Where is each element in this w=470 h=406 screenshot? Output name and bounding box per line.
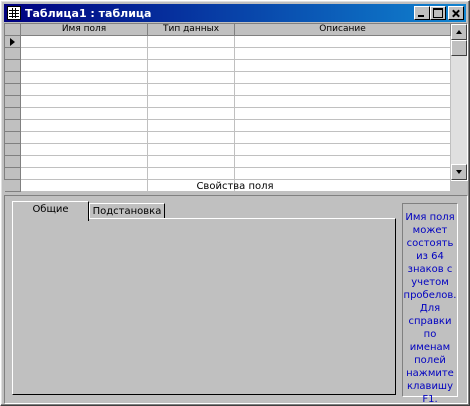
table-row[interactable] — [5, 156, 451, 168]
row-selector[interactable] — [5, 48, 21, 60]
cell-field-name[interactable] — [21, 60, 148, 72]
cell-field-name[interactable] — [21, 72, 148, 84]
table-row[interactable] — [5, 96, 451, 108]
tab-general[interactable]: Общие — [12, 201, 89, 221]
cell-field-name[interactable] — [21, 120, 148, 132]
help-text-box: Имя поля может состоять из 64 знаков с у… — [402, 203, 458, 405]
cell-field-name[interactable] — [21, 156, 148, 168]
cell-description[interactable] — [235, 48, 451, 60]
table-row[interactable] — [5, 60, 451, 72]
field-properties-pane: Общие Подстановка Имя поля может состоят… — [4, 195, 468, 405]
current-row-arrow-icon — [10, 38, 15, 46]
cell-field-name[interactable] — [21, 168, 148, 180]
cell-data-type[interactable] — [148, 132, 235, 144]
grid-header: Имя поля Тип данных Описание — [5, 24, 451, 36]
row-selector[interactable] — [5, 132, 21, 144]
cell-field-name[interactable] — [21, 36, 148, 48]
header-corner[interactable] — [5, 24, 21, 36]
row-selector[interactable] — [5, 96, 21, 108]
cell-data-type[interactable] — [148, 84, 235, 96]
column-header-description[interactable]: Описание — [235, 24, 451, 36]
row-selector[interactable] — [5, 108, 21, 120]
cell-data-type[interactable] — [148, 48, 235, 60]
field-properties-label: Свойства поля — [196, 181, 274, 192]
row-selector[interactable] — [5, 84, 21, 96]
cell-data-type[interactable] — [148, 168, 235, 180]
cell-data-type[interactable] — [148, 156, 235, 168]
cell-field-name[interactable] — [21, 144, 148, 156]
cell-field-name[interactable] — [21, 108, 148, 120]
cell-description[interactable] — [235, 156, 451, 168]
cell-data-type[interactable] — [148, 144, 235, 156]
window-controls — [414, 6, 464, 20]
cell-description[interactable] — [235, 168, 451, 180]
cell-data-type[interactable] — [148, 60, 235, 72]
row-selector[interactable] — [5, 120, 21, 132]
row-selector[interactable] — [5, 36, 21, 48]
cell-field-name[interactable] — [21, 96, 148, 108]
cell-description[interactable] — [235, 60, 451, 72]
cell-data-type[interactable] — [148, 120, 235, 132]
cell-field-name[interactable] — [21, 48, 148, 60]
cell-description[interactable] — [235, 72, 451, 84]
maximize-button[interactable] — [430, 6, 446, 20]
table-row[interactable] — [5, 144, 451, 156]
column-header-field-name[interactable]: Имя поля — [21, 24, 148, 36]
cell-description[interactable] — [235, 120, 451, 132]
row-selector[interactable] — [5, 144, 21, 156]
table-row[interactable] — [5, 36, 451, 48]
cell-data-type[interactable] — [148, 108, 235, 120]
table-row[interactable] — [5, 168, 451, 180]
close-button[interactable] — [448, 6, 464, 20]
cell-data-type[interactable] — [148, 96, 235, 108]
scroll-up-arrow-icon[interactable] — [451, 24, 467, 40]
cell-field-name[interactable] — [21, 132, 148, 144]
vertical-scrollbar[interactable] — [451, 24, 467, 180]
field-grid-body: Имя поля Тип данных Описание — [5, 24, 451, 192]
cell-description[interactable] — [235, 96, 451, 108]
table-row[interactable] — [5, 84, 451, 96]
cell-description[interactable] — [235, 132, 451, 144]
scroll-thumb[interactable] — [451, 40, 467, 56]
cell-description[interactable] — [235, 84, 451, 96]
cell-description[interactable] — [235, 108, 451, 120]
cell-description[interactable] — [235, 36, 451, 48]
row-selector[interactable] — [5, 156, 21, 168]
table-row[interactable] — [5, 48, 451, 60]
cell-data-type[interactable] — [148, 36, 235, 48]
row-selector[interactable] — [5, 72, 21, 84]
minimize-button[interactable] — [414, 6, 430, 20]
cell-data-type[interactable] — [148, 72, 235, 84]
table-row[interactable] — [5, 72, 451, 84]
table-row[interactable] — [5, 132, 451, 144]
column-header-data-type[interactable]: Тип данных — [148, 24, 235, 36]
field-grid: Имя поля Тип данных Описание — [4, 23, 468, 192]
table-row[interactable] — [5, 120, 451, 132]
row-selector[interactable] — [5, 60, 21, 72]
row-selector[interactable] — [5, 168, 21, 180]
table-icon[interactable] — [7, 6, 21, 20]
scroll-down-arrow-icon[interactable] — [451, 164, 467, 180]
title-bar[interactable]: Таблица1 : таблица — [4, 4, 466, 22]
window-title: Таблица1 : таблица — [25, 6, 152, 20]
cell-description[interactable] — [235, 144, 451, 156]
general-tab-panel — [12, 218, 396, 395]
table-design-window: Таблица1 : таблица Имя поля Тип данных О… — [0, 0, 470, 406]
cell-field-name[interactable] — [21, 84, 148, 96]
table-row[interactable] — [5, 108, 451, 120]
